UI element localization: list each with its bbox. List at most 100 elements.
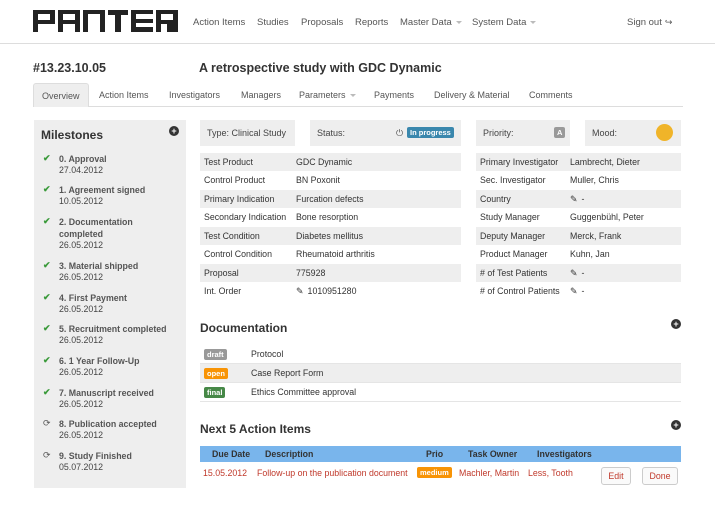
nav-reports[interactable]: Reports xyxy=(355,17,388,28)
pencil-icon: ✎ xyxy=(570,286,578,296)
check-icon: ✔ xyxy=(43,387,51,397)
col-due-date[interactable]: Due Date xyxy=(212,446,250,462)
tab-overview[interactable]: Overview xyxy=(33,83,89,107)
document-row[interactable]: open Case Report Form xyxy=(200,364,681,383)
tab-investigators[interactable]: Investigators xyxy=(161,83,228,107)
action-description[interactable]: Follow-up on the publication document xyxy=(257,464,408,482)
add-document-icon[interactable]: + xyxy=(671,319,681,329)
tab-managers[interactable]: Managers xyxy=(233,83,289,107)
check-icon: ✔ xyxy=(43,355,51,365)
document-row[interactable]: final Ethics Committee approval xyxy=(200,383,681,402)
info-row: Proposal 775928 xyxy=(200,264,461,282)
info-row: Control Product BN Poxonit xyxy=(200,171,461,189)
status-box: Status: ⏻ In progress xyxy=(310,120,461,146)
check-icon: ✔ xyxy=(43,292,51,302)
check-icon: ✔ xyxy=(43,153,51,163)
info-value: Lambrecht, Dieter xyxy=(570,157,640,167)
status-badge[interactable]: In progress xyxy=(407,127,454,138)
info-value: - xyxy=(581,286,585,296)
milestone-name: 2. Documentation completed xyxy=(59,217,133,239)
check-icon: ✔ xyxy=(43,216,51,226)
priority-box: Priority: A xyxy=(476,120,570,146)
info-value: Kuhn, Jan xyxy=(570,249,610,259)
milestone-date: 27.04.2012 xyxy=(59,165,104,175)
info-row: Sec. Investigator Muller, Chris xyxy=(476,171,681,189)
app-logo[interactable] xyxy=(33,10,178,32)
status-label: Status: xyxy=(317,128,346,138)
info-value: 1010951280 xyxy=(307,286,357,296)
power-icon[interactable]: ⏻ xyxy=(396,120,403,146)
milestones-panel: Milestones + ✔ 0. Approval 27.04.2012 ✔ … xyxy=(34,120,186,488)
info-row: # of Test Patients ✎ - xyxy=(476,264,681,282)
milestone-date: 26.05.2012 xyxy=(59,240,104,250)
add-milestone-icon[interactable]: + xyxy=(169,126,179,136)
info-value: Muller, Chris xyxy=(570,175,619,185)
nav-proposals[interactable]: Proposals xyxy=(301,17,343,28)
info-row: Test Product GDC Dynamic xyxy=(200,153,461,171)
nav-action-items[interactable]: Action Items xyxy=(193,17,245,28)
nav-system-data[interactable]: System Data xyxy=(472,17,537,28)
info-label: # of Test Patients xyxy=(480,268,548,278)
col-investigators[interactable]: Investigators xyxy=(537,446,592,462)
milestone-date: 26.05.2012 xyxy=(59,272,104,282)
signout-label: Sign out xyxy=(627,17,662,28)
edit-button[interactable]: Edit xyxy=(601,467,631,485)
action-due-date: 15.05.2012 xyxy=(203,468,248,478)
info-row: Test Condition Diabetes mellitus xyxy=(200,227,461,245)
info-value: 775928 xyxy=(296,268,326,278)
country-value[interactable]: ✎ - xyxy=(570,190,584,208)
col-prio[interactable]: Prio xyxy=(426,446,443,462)
done-button[interactable]: Done xyxy=(642,467,678,485)
document-row[interactable]: draft Protocol xyxy=(200,345,681,364)
type-value: Clinical Study xyxy=(231,128,287,138)
doc-status-badge: draft xyxy=(204,349,227,360)
add-action-icon[interactable]: + xyxy=(671,420,681,430)
control-patients-value[interactable]: ✎ - xyxy=(570,282,584,300)
milestone-name: 3. Material shipped xyxy=(59,261,139,271)
milestone-name: 5. Recruitment completed xyxy=(59,324,167,334)
info-label: Study Manager xyxy=(480,212,540,222)
refresh-icon: ⟳ xyxy=(43,450,51,460)
info-row: Control Condition Rheumatoid arthritis xyxy=(200,245,461,263)
col-description[interactable]: Description xyxy=(265,446,313,462)
info-value: Diabetes mellitus xyxy=(296,231,363,241)
tab-comments[interactable]: Comments xyxy=(521,83,581,107)
info-row: Deputy Manager Merck, Frank xyxy=(476,227,681,245)
info-value: - xyxy=(581,268,585,278)
tab-delivery-material[interactable]: Delivery & Material xyxy=(426,83,518,107)
mood-label: Mood: xyxy=(592,128,618,138)
table-row[interactable]: 15.05.2012 Follow-up on the publication … xyxy=(200,464,681,488)
priority-badge[interactable]: A xyxy=(554,127,566,138)
milestone-date: 26.05.2012 xyxy=(59,367,104,377)
doc-name: Protocol xyxy=(251,349,284,359)
test-patients-value[interactable]: ✎ - xyxy=(570,264,584,282)
col-task-owner[interactable]: Task Owner xyxy=(468,446,517,462)
study-id: #13.23.10.05 xyxy=(33,61,106,75)
milestone-date: 10.05.2012 xyxy=(59,196,104,206)
action-table-header: Due Date Description Prio Task Owner Inv… xyxy=(200,446,681,462)
doc-status-badge: final xyxy=(204,387,226,398)
info-label: Country xyxy=(480,194,511,204)
signout-icon: ↪ xyxy=(664,17,673,27)
info-value: BN Poxonit xyxy=(296,175,341,185)
nav-studies[interactable]: Studies xyxy=(257,17,289,28)
info-label: Int. Order xyxy=(204,286,242,296)
nav-master-data-label: Master Data xyxy=(400,17,452,28)
page-title: A retrospective study with GDC Dynamic xyxy=(199,61,442,75)
milestone-date: 05.07.2012 xyxy=(59,462,104,472)
int-order-value[interactable]: ✎ 1010951280 xyxy=(296,282,356,300)
mood-icon[interactable] xyxy=(656,124,673,141)
tab-payments[interactable]: Payments xyxy=(366,83,422,107)
action-investigators: Less, Tooth xyxy=(528,468,573,478)
nav-master-data[interactable]: Master Data xyxy=(400,17,462,28)
navbar: Action Items Studies Proposals Reports M… xyxy=(0,0,715,44)
info-value: - xyxy=(581,194,585,204)
tab-parameters[interactable]: Parameters xyxy=(291,83,364,107)
info-row: Product Manager Kuhn, Jan xyxy=(476,245,681,263)
signout-link[interactable]: Sign out ↪ xyxy=(627,17,672,28)
mood-box: Mood: xyxy=(585,120,681,146)
tab-action-items[interactable]: Action Items xyxy=(91,83,157,107)
info-label: Secondary Indication xyxy=(204,212,287,222)
milestone-name: 6. 1 Year Follow-Up xyxy=(59,356,140,366)
check-icon: ✔ xyxy=(43,184,51,194)
